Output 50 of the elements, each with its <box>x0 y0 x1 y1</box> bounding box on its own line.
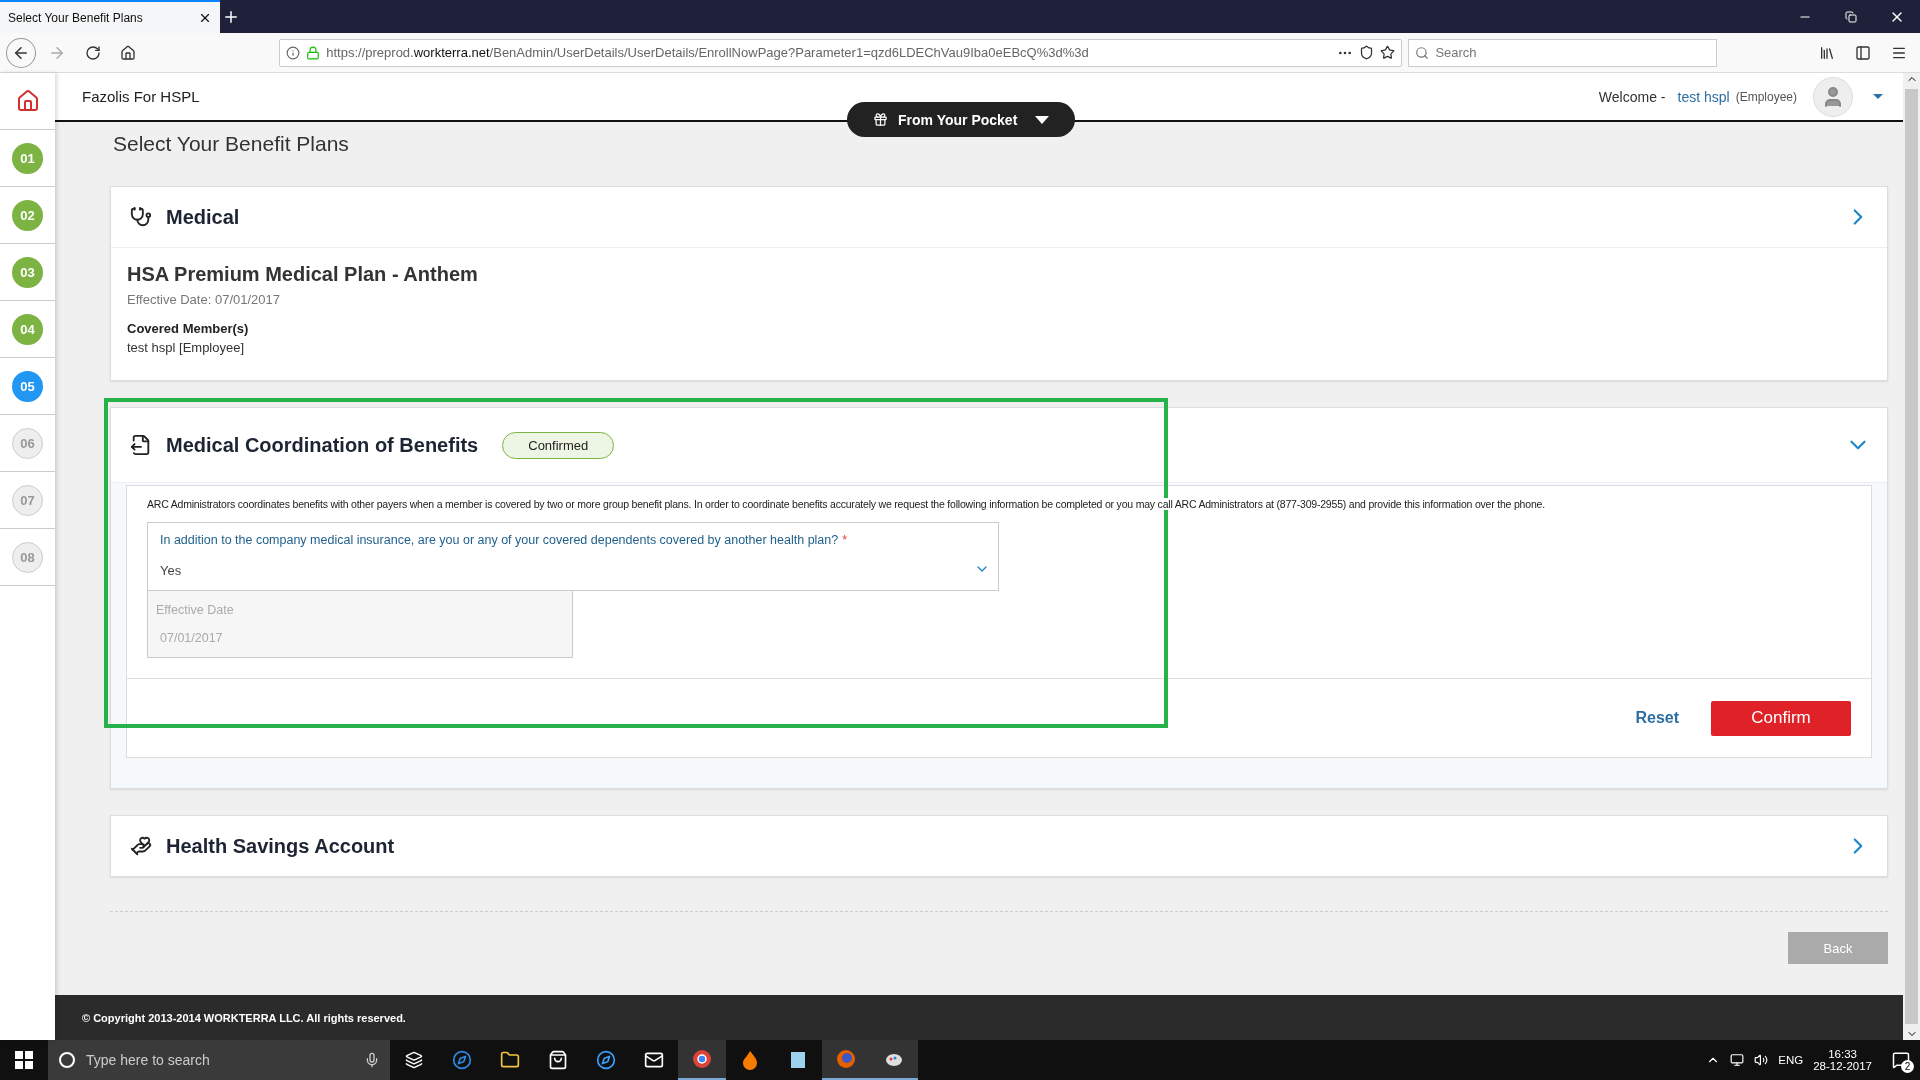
step-indicator[interactable]: 05 <box>12 370 43 402</box>
status-badge: Confirmed <box>502 431 615 459</box>
covered-member: test hspl [Employee] <box>127 340 246 355</box>
notice-text: ARC Administrators coordinates benefits with other payers when a member is covered by two or more group benefit plans. In order to coordinate benefits accurately we request the following information be completed or you may call ARC Administrators at (877-309-2955) and provide this information over the phone. <box>147 498 1545 510</box>
step-indicator[interactable]: 02 <box>12 199 43 231</box>
step-indicator[interactable]: 01 <box>12 142 43 174</box>
step-indicator[interactable]: 08 <box>12 541 43 573</box>
network-icon[interactable] <box>1730 1053 1745 1067</box>
firefox-icon[interactable] <box>822 1040 870 1080</box>
copyright-text: © Copyright 2013-2014 WORKTERRA LLC. All rights reserved. <box>82 1011 406 1024</box>
plan-select[interactable]: In addition to the company medical insurance, are you or any of your covered dependents covered by another health plan? * Yes <box>147 522 999 591</box>
pocket-button[interactable]: From Your Pocket <box>847 102 1076 137</box>
effective-date: Effective Date: 07/01/2017 <box>127 292 281 307</box>
address-bar[interactable]: https://preprod.workterra.net/BenAdmin/UserDetails/UserDetails/EnrollNowPage?Parameter1=qzd6LDEChVau9Iba0eEBcQ%3d%3d <box>279 38 1403 67</box>
section-title: Medical <box>166 205 240 229</box>
caret-icon <box>1035 115 1050 124</box>
chrome-icon[interactable] <box>678 1040 726 1080</box>
user-name[interactable]: test hspl <box>1677 88 1730 105</box>
section-title: Medical Coordination of Benefits <box>166 433 479 457</box>
home-icon[interactable] <box>15 89 40 113</box>
search-icon <box>58 1051 76 1069</box>
search-icon <box>1415 45 1430 60</box>
search-field[interactable]: Search <box>1408 38 1717 67</box>
step-indicator[interactable]: 06 <box>12 427 43 459</box>
page-title: Select Your Benefit Plans <box>113 132 350 156</box>
browser-tab[interactable]: Select Your Benefit Plans <box>0 0 220 33</box>
caret-icon[interactable] <box>1873 94 1883 99</box>
volume-icon[interactable] <box>1754 1053 1769 1067</box>
taskbar-search-field[interactable]: Type here to search <box>48 1040 390 1080</box>
step-indicator[interactable]: 03 <box>12 256 43 288</box>
stethoscope-icon <box>130 206 152 228</box>
avatar-icon[interactable] <box>1813 76 1853 117</box>
company-name: Fazolis For HSPL <box>82 88 200 105</box>
plan-name: HSA Premium Medical Plan - Anthem <box>127 263 479 286</box>
user-role: (Employee) <box>1735 89 1797 104</box>
reset-button[interactable]: Reset <box>1629 708 1685 728</box>
microphone-icon[interactable] <box>364 1052 380 1068</box>
language-indicator[interactable]: ENG <box>1778 1054 1804 1066</box>
section-title: Health Savings Account <box>166 834 395 858</box>
clock[interactable]: 16:33 28-12-2017 <box>1813 1048 1872 1072</box>
covered-label: Covered Member(s) <box>127 321 250 336</box>
document-arrow-icon <box>130 434 152 456</box>
gift-icon <box>873 112 888 127</box>
welcome-text: Welcome - <box>1598 88 1666 105</box>
step-indicator[interactable]: 04 <box>12 313 43 345</box>
scrollbar-thumb[interactable] <box>1905 89 1918 1024</box>
confirm-button[interactable]: Confirm <box>1711 700 1851 736</box>
step-indicator[interactable]: 07 <box>12 484 43 516</box>
paint-icon[interactable] <box>870 1040 918 1080</box>
hands-heart-icon <box>130 835 152 857</box>
